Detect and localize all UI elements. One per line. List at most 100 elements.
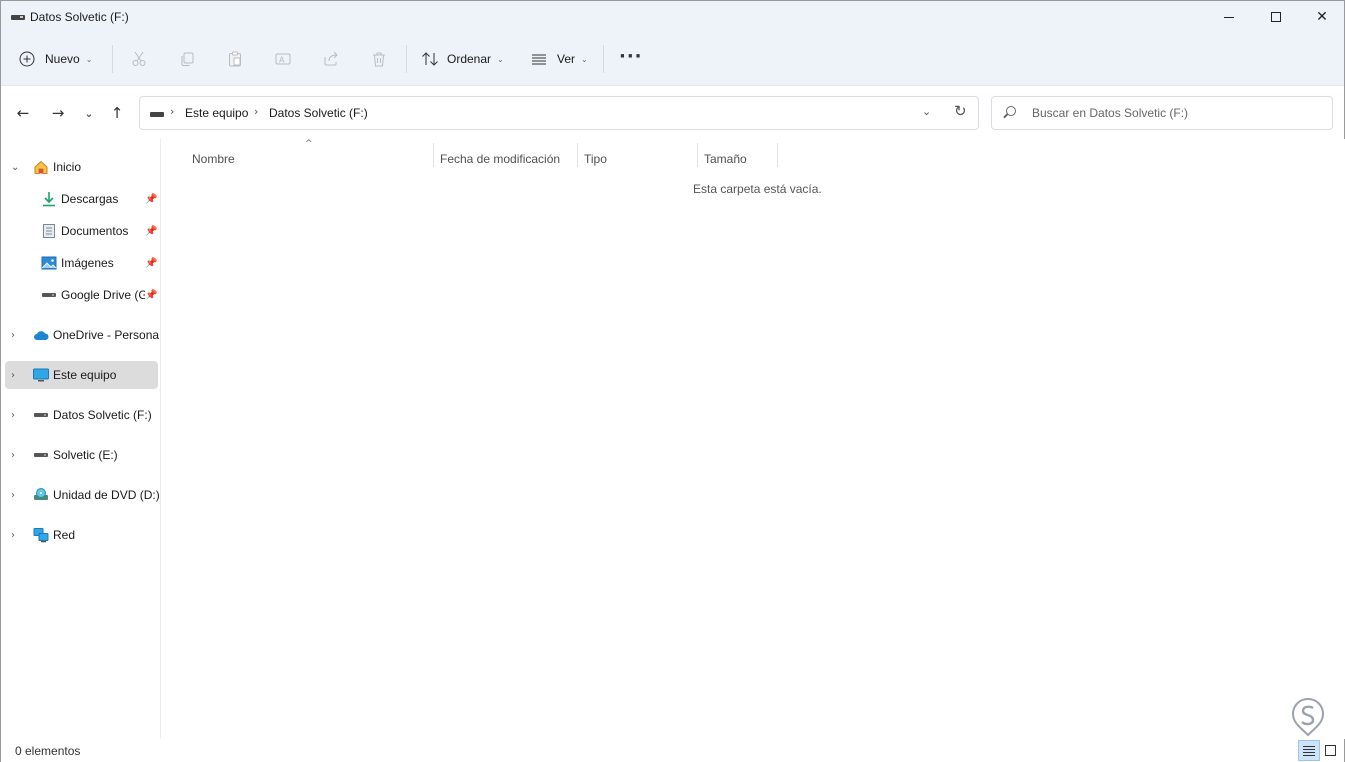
chevron-down-icon[interactable]: ⌄: [11, 162, 19, 173]
forward-button[interactable]: →: [46, 101, 70, 125]
pin-icon: 📌: [145, 225, 158, 237]
cloud-icon: [33, 327, 49, 343]
column-divider[interactable]: [697, 143, 698, 167]
maximize-button[interactable]: [1253, 1, 1299, 33]
download-icon: [41, 191, 57, 207]
maximize-icon: [1271, 12, 1281, 22]
refresh-button[interactable]: ↻: [954, 102, 967, 120]
search-input[interactable]: [1032, 104, 1322, 122]
chevron-right-icon[interactable]: ›: [11, 490, 15, 501]
chevron-down-icon: ⌄: [581, 54, 588, 64]
image-icon: [41, 255, 57, 271]
window-title: Datos Solvetic (F:): [30, 10, 129, 24]
new-label: Nuevo: [45, 52, 80, 66]
drive-icon: [33, 407, 49, 423]
large-icons-view-button[interactable]: [1323, 743, 1337, 757]
watermark-logo: [1291, 697, 1325, 737]
sort-button[interactable]: Ordenar ⌄: [421, 45, 504, 73]
rename-button[interactable]: A: [275, 45, 291, 73]
sidebar-item-google-drive[interactable]: Google Drive (G:) 📌: [5, 281, 158, 309]
sidebar-item-label: OneDrive - Personal: [53, 328, 159, 342]
chevron-right-icon[interactable]: ›: [11, 370, 15, 381]
column-header-size[interactable]: Tamaño: [704, 147, 776, 171]
chevron-right-icon[interactable]: ›: [11, 530, 15, 541]
pin-icon: 📌: [145, 289, 158, 301]
column-divider[interactable]: [777, 143, 778, 167]
sidebar-item-pictures[interactable]: Imágenes 📌: [5, 249, 158, 277]
recent-locations-button[interactable]: ⌄: [77, 101, 101, 125]
tiles-view-icon: [1324, 744, 1336, 756]
paste-button[interactable]: [227, 45, 243, 73]
column-header-date-modified[interactable]: Fecha de modificación: [440, 147, 576, 171]
file-list-pane[interactable]: ^ Nombre Fecha de modificación Tipo Tama…: [161, 139, 1345, 739]
sidebar-item-label: Imágenes: [61, 256, 114, 270]
close-button[interactable]: ✕: [1299, 1, 1345, 33]
sidebar-item-label: Inicio: [53, 160, 82, 174]
delete-icon: [373, 52, 385, 67]
breadcrumb-this-pc[interactable]: Este equipo: [185, 106, 248, 120]
computer-icon: [33, 367, 49, 383]
sidebar-item-drive-f[interactable]: › Datos Solvetic (F:): [5, 401, 158, 429]
sidebar-item-home[interactable]: ⌄ Inicio: [5, 153, 158, 181]
copy-icon: [181, 52, 194, 66]
cut-button[interactable]: [131, 45, 147, 73]
home-icon: [33, 159, 49, 175]
chevron-down-icon: ⌄: [85, 54, 93, 64]
new-button[interactable]: Nuevo ⌄: [19, 45, 92, 73]
svg-text:A: A: [279, 56, 285, 65]
address-bar[interactable]: › Este equipo › Datos Solvetic (F:) ⌄ ↻: [139, 96, 979, 130]
toolbar-divider: [112, 45, 113, 73]
file-explorer-window: Datos Solvetic (F:) ✕ Nuevo ⌄ A Ordenar …: [0, 0, 1345, 762]
sidebar-item-drive-e[interactable]: › Solvetic (E:): [5, 441, 158, 469]
sidebar-item-label: Descargas: [61, 192, 119, 206]
dvd-icon: [33, 487, 49, 503]
back-button[interactable]: ←: [11, 101, 35, 125]
network-icon: [33, 527, 49, 543]
up-button[interactable]: ↑: [105, 101, 129, 125]
sort-icon: [422, 52, 438, 66]
paste-icon: [229, 51, 241, 67]
sidebar-item-downloads[interactable]: Descargas 📌: [5, 185, 158, 213]
details-view-button[interactable]: [1298, 740, 1320, 761]
sidebar-item-label: Solvetic (E:): [53, 448, 118, 462]
title-bar[interactable]: Datos Solvetic (F:) ✕: [1, 1, 1344, 33]
address-history-button[interactable]: ⌄: [922, 105, 931, 118]
sidebar-item-label: Google Drive (G:): [61, 288, 145, 302]
plus-circle-icon: [19, 51, 35, 67]
drive-icon: [150, 112, 164, 117]
details-view-icon: [1303, 745, 1315, 756]
search-box[interactable]: [991, 96, 1333, 130]
delete-button[interactable]: [371, 45, 387, 73]
empty-folder-message: Esta carpeta está vacía.: [693, 182, 822, 196]
navigation-pane: ⌄ Inicio Descargas 📌 Documentos 📌 Imágen…: [1, 139, 161, 739]
sidebar-item-documents[interactable]: Documentos 📌: [5, 217, 158, 245]
chevron-right-icon: ›: [170, 105, 175, 118]
chevron-right-icon[interactable]: ›: [11, 410, 15, 421]
chevron-right-icon[interactable]: ›: [11, 330, 15, 341]
chevron-right-icon[interactable]: ›: [11, 450, 15, 461]
more-icon: ···: [619, 45, 643, 67]
rename-icon: A: [275, 53, 291, 65]
copy-button[interactable]: [179, 45, 195, 73]
document-icon: [41, 223, 57, 239]
column-divider[interactable]: [577, 143, 578, 167]
drive-icon: [11, 15, 25, 20]
column-divider[interactable]: [433, 143, 434, 167]
sidebar-item-network[interactable]: › Red: [5, 521, 158, 549]
share-button[interactable]: [323, 45, 339, 73]
sidebar-item-onedrive[interactable]: › OneDrive - Personal: [5, 321, 159, 349]
view-icon: [532, 54, 546, 65]
toolbar-divider: [603, 45, 604, 73]
column-header-name[interactable]: Nombre: [192, 147, 432, 171]
sidebar-item-label: Este equipo: [53, 368, 117, 382]
arrow-right-icon: →: [51, 104, 65, 122]
sidebar-item-this-pc[interactable]: › Este equipo: [5, 361, 158, 389]
sidebar-item-label: Documentos: [61, 224, 129, 238]
more-options-button[interactable]: ···: [619, 45, 643, 73]
column-header-type[interactable]: Tipo: [584, 147, 696, 171]
search-icon: [1006, 106, 1016, 116]
minimize-button[interactable]: [1206, 1, 1252, 33]
view-button[interactable]: Ver ⌄: [531, 45, 588, 73]
sidebar-item-dvd-d[interactable]: › Unidad de DVD (D:): [5, 481, 159, 509]
breadcrumb-drive[interactable]: Datos Solvetic (F:): [269, 106, 368, 120]
